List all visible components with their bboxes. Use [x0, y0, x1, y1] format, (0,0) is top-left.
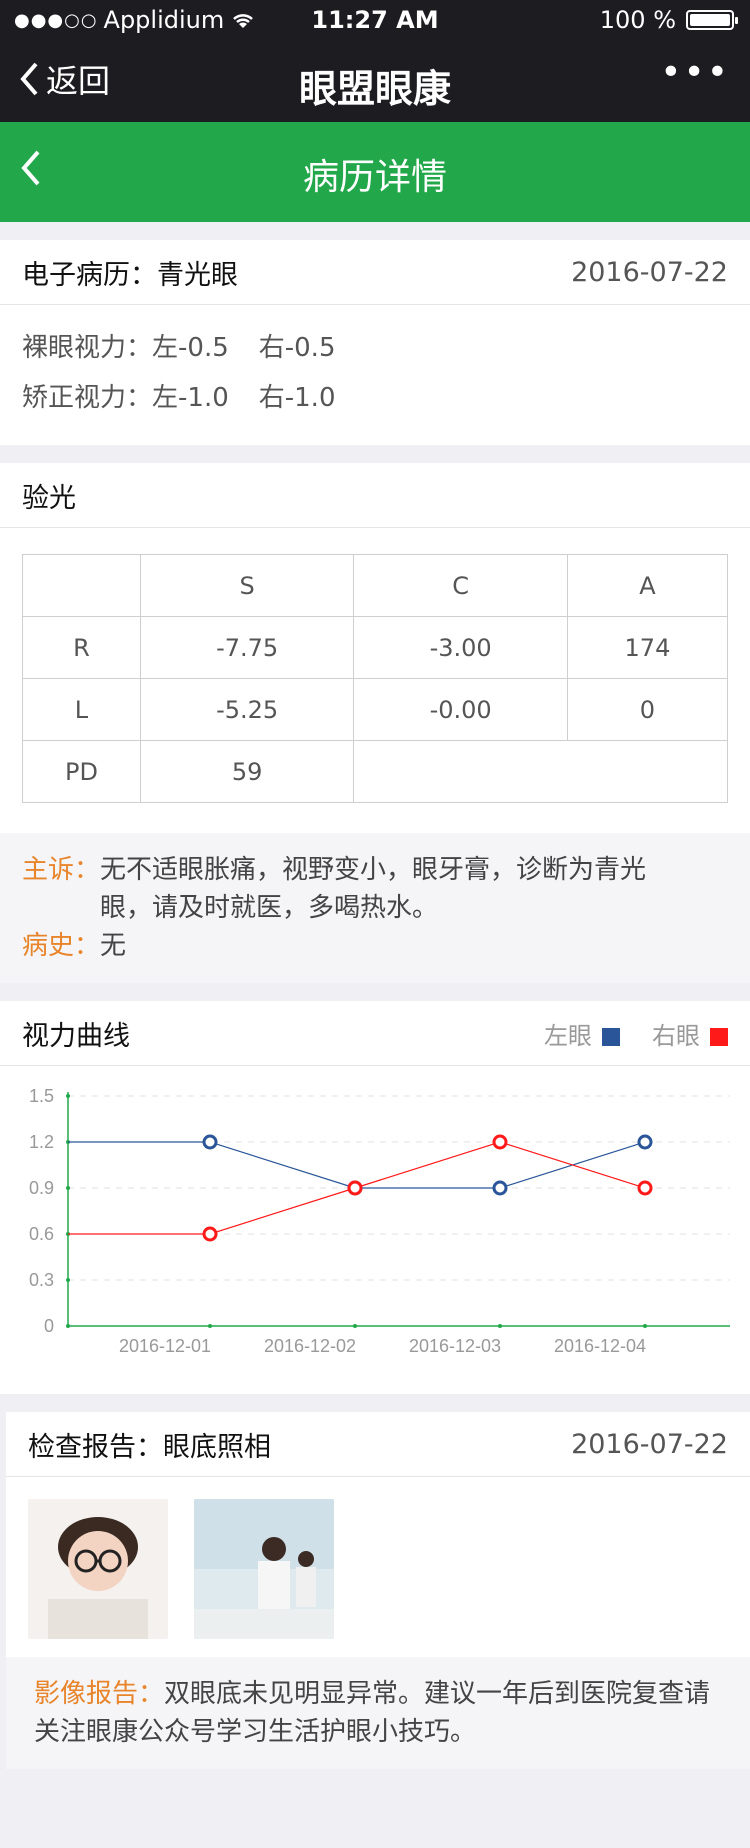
table-cell: 0 [566, 678, 729, 741]
data-point [347, 1180, 363, 1196]
exam-date: 2016-07-22 [571, 1428, 728, 1460]
history-text: 无 [100, 931, 127, 961]
x-tick-mark [498, 1324, 502, 1328]
table-row: R -7.75 -3.00 174 [22, 616, 729, 679]
y-tick-label: 1.5 [29, 1086, 54, 1106]
naked-vision-row: 裸眼视力：左-0.5 右-0.5 [22, 323, 728, 373]
table-cell: 174 [566, 616, 729, 679]
table-cell: -7.75 [139, 616, 355, 679]
table-cell: L [22, 678, 141, 741]
legend-left-swatch [602, 1027, 620, 1046]
pd-value: 59 [139, 740, 355, 803]
exam-card: 检查报告：眼底照相 2016-07-22 影像报告：双眼底未见明显异常。建议一年… [6, 1412, 750, 1769]
page-title: 病历详情 [302, 157, 447, 198]
data-point [637, 1134, 653, 1150]
table-header-cell [22, 554, 141, 617]
table-header-cell: S [139, 554, 355, 617]
x-tick-mark [643, 1324, 647, 1328]
app-title: 眼盟眼康 [298, 67, 451, 111]
vision-curve-card: 视力曲线 左眼 右眼 0 0.3 0.6 0.9 1.2 1.5 2016-12-01 201… [0, 1001, 750, 1394]
curve-title: 视力曲线 [22, 1020, 130, 1052]
data-point [492, 1134, 508, 1150]
y-tick-label: 0.9 [29, 1178, 54, 1198]
battery-percent: 100 % [599, 6, 676, 34]
table-cell: R [22, 616, 141, 679]
table-header-cell: A [566, 554, 729, 617]
pd-label: PD [22, 740, 141, 803]
page-header: 病历详情 [0, 122, 750, 222]
record-date: 2016-07-22 [571, 256, 728, 288]
data-point [637, 1180, 653, 1196]
table-cell: -5.25 [139, 678, 355, 741]
refraction-table: S C A R -7.75 -3.00 174 L -5.25 -0.00 0 … [22, 554, 729, 803]
table-header-cell: C [353, 554, 568, 617]
complaint-text-line1: 无不适眼胀痛，视野变小，眼牙膏，诊断为青光 [100, 855, 647, 885]
more-menu-button[interactable]: ••• [660, 52, 730, 93]
nav-bar: 返回 眼盟眼康 ••• [0, 38, 750, 122]
table-header-row: S C A [22, 554, 729, 617]
x-tick-label: 2016-12-04 [554, 1336, 646, 1356]
image-report-label: 影像报告： [34, 1679, 165, 1709]
battery-icon [686, 10, 738, 30]
x-tick-mark [353, 1324, 357, 1328]
record-card: 电子病历：青光眼 2016-07-22 裸眼视力：左-0.5 右-0.5 矫正视力… [0, 240, 750, 445]
legend-left-eye: 左眼 [544, 1016, 620, 1051]
y-tick-label: 0.6 [29, 1224, 54, 1244]
naked-vision-left: 左-0.5 [152, 333, 229, 363]
exam-image-clinic[interactable] [194, 1499, 334, 1639]
data-point [492, 1180, 508, 1196]
image-report: 影像报告：双眼底未见明显异常。建议一年后到医院复查请关注眼康公众号学习生活护眼小… [6, 1657, 750, 1769]
x-tick-label: 2016-12-01 [119, 1336, 211, 1356]
table-row: L -5.25 -0.00 0 [22, 678, 729, 741]
corrected-vision-left: 左-1.0 [152, 383, 229, 413]
y-tick-label: 1.2 [29, 1132, 54, 1152]
corrected-vision-right: 右-1.0 [258, 383, 336, 413]
legend-right-eye: 右眼 [652, 1016, 728, 1051]
history-label: 病史： [22, 931, 101, 961]
naked-vision-label: 裸眼视力： [22, 333, 153, 363]
x-tick-label: 2016-12-03 [409, 1336, 501, 1356]
legend-right-swatch [710, 1027, 728, 1046]
pd-empty-cell [353, 740, 728, 803]
table-cell: -3.00 [353, 616, 568, 679]
naked-vision-right: 右-0.5 [258, 333, 336, 363]
corrected-vision-row: 矫正视力：左-1.0 右-1.0 [22, 373, 728, 423]
table-row: PD 59 [22, 740, 728, 803]
y-tick-label: 0 [44, 1316, 54, 1336]
refraction-title: 验光 [22, 482, 76, 514]
x-tick-label: 2016-12-02 [264, 1336, 356, 1356]
complaint-text-line2: 眼，请及时就医，多喝热水。 [100, 893, 439, 923]
exam-label: 检查报告：眼底照相 [28, 1431, 271, 1463]
data-point [202, 1134, 218, 1150]
refraction-card: 验光 S C A R -7.75 -3.00 174 L -5.25 -0.00… [0, 463, 750, 983]
record-label: 电子病历：青光眼 [22, 259, 238, 291]
data-point [202, 1226, 218, 1242]
corrected-vision-label: 矫正视力： [22, 383, 153, 413]
table-cell: -0.00 [353, 678, 568, 741]
vision-chart: 0 0.3 0.6 0.9 1.2 1.5 2016-12-01 2016-12-02 2016… [29, 1086, 730, 1356]
status-bar: ●●●○○ Applidium 11:27 AM 100 % [0, 0, 750, 38]
y-tick-label: 0.3 [29, 1270, 54, 1290]
complaint-label: 主诉： [22, 855, 101, 885]
complaint-text: 无不适眼胀痛，视野变小，眼牙膏，诊断为青光 眼，请及时就医，多喝热水。 [100, 851, 646, 927]
complaint-section: 主诉： 无不适眼胀痛，视野变小，眼牙膏，诊断为青光 眼，请及时就医，多喝热水。 … [0, 833, 750, 983]
exam-image-child[interactable] [28, 1499, 168, 1639]
x-tick-mark [208, 1324, 212, 1328]
chart-legend: 左眼 右眼 [544, 1016, 728, 1051]
